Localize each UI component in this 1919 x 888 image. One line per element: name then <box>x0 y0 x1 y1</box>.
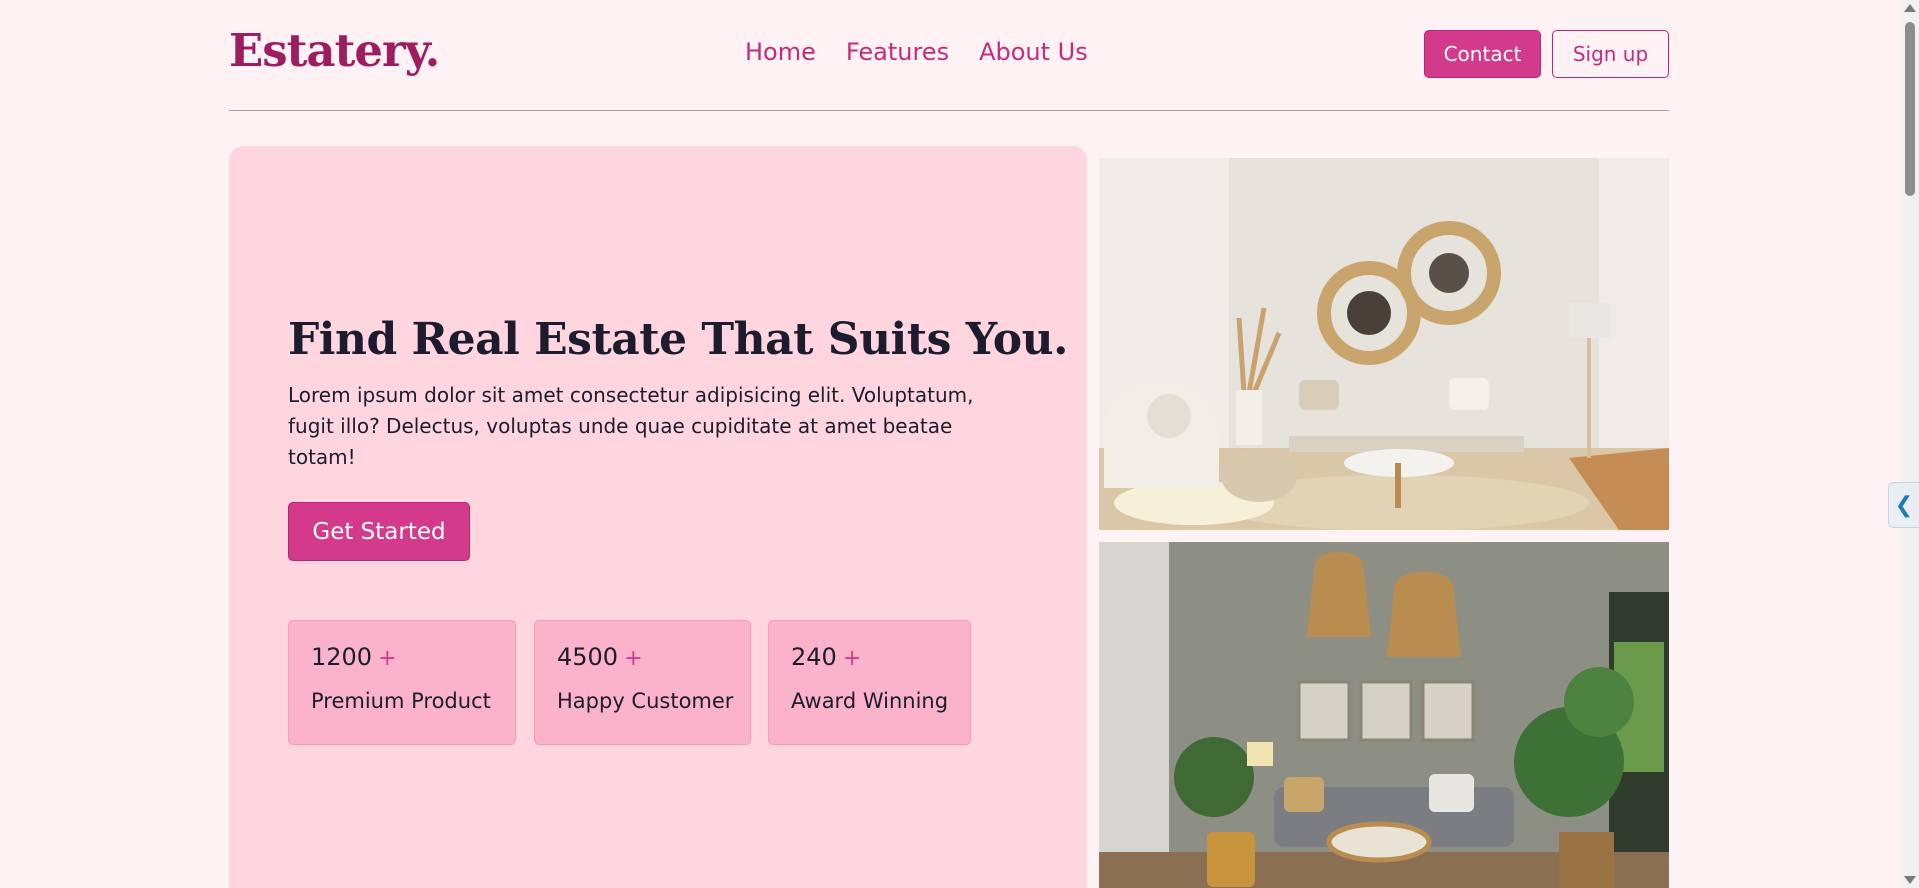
stat-card-award-winning: 240 + Award Winning <box>768 620 971 745</box>
header-divider <box>229 110 1669 111</box>
stat-card-happy-customer: 4500 + Happy Customer <box>534 620 751 745</box>
get-started-button[interactable]: Get Started <box>288 502 470 561</box>
lounge-room-photo <box>1099 542 1669 888</box>
scroll-down-arrow-icon[interactable] <box>1904 876 1916 884</box>
brand-logo[interactable]: Estatery. <box>229 24 440 77</box>
plus-icon: + <box>378 646 397 671</box>
plus-icon: + <box>624 646 643 671</box>
stat-number: 240 <box>791 643 837 671</box>
hero-card: Find Real Estate That Suits You. Lorem i… <box>229 146 1087 888</box>
stat-label: Premium Product <box>311 689 491 713</box>
contact-button[interactable]: Contact <box>1424 30 1541 78</box>
sign-up-button[interactable]: Sign up <box>1552 30 1669 78</box>
scrollbar-thumb[interactable] <box>1905 22 1915 196</box>
main-nav: Home Features About Us <box>745 38 1088 66</box>
stat-label: Award Winning <box>791 689 949 713</box>
nav-about-us-link[interactable]: About Us <box>979 38 1088 66</box>
plus-icon: + <box>842 646 862 671</box>
stat-card-premium-product: 1200 + Premium Product <box>288 620 516 745</box>
stat-number: 4500 <box>557 643 619 671</box>
nav-home-link[interactable]: Home <box>745 38 816 66</box>
chevron-left-icon: ❮ <box>1894 492 1914 518</box>
scroll-up-arrow-icon[interactable] <box>1904 4 1916 12</box>
living-room-photo <box>1099 158 1669 530</box>
stat-label: Happy Customer <box>557 689 734 713</box>
side-panel-toggle[interactable]: ❮ <box>1888 482 1919 528</box>
hero-description: Lorem ipsum dolor sit amet consectetur a… <box>288 383 974 469</box>
hero-title: Find Real Estate That Suits You. <box>288 314 1068 365</box>
page: Estatery. Home Features About Us Contact… <box>0 0 1919 888</box>
vertical-scrollbar[interactable] <box>1900 0 1919 888</box>
stat-number: 1200 <box>311 643 373 671</box>
nav-features-link[interactable]: Features <box>846 38 949 66</box>
